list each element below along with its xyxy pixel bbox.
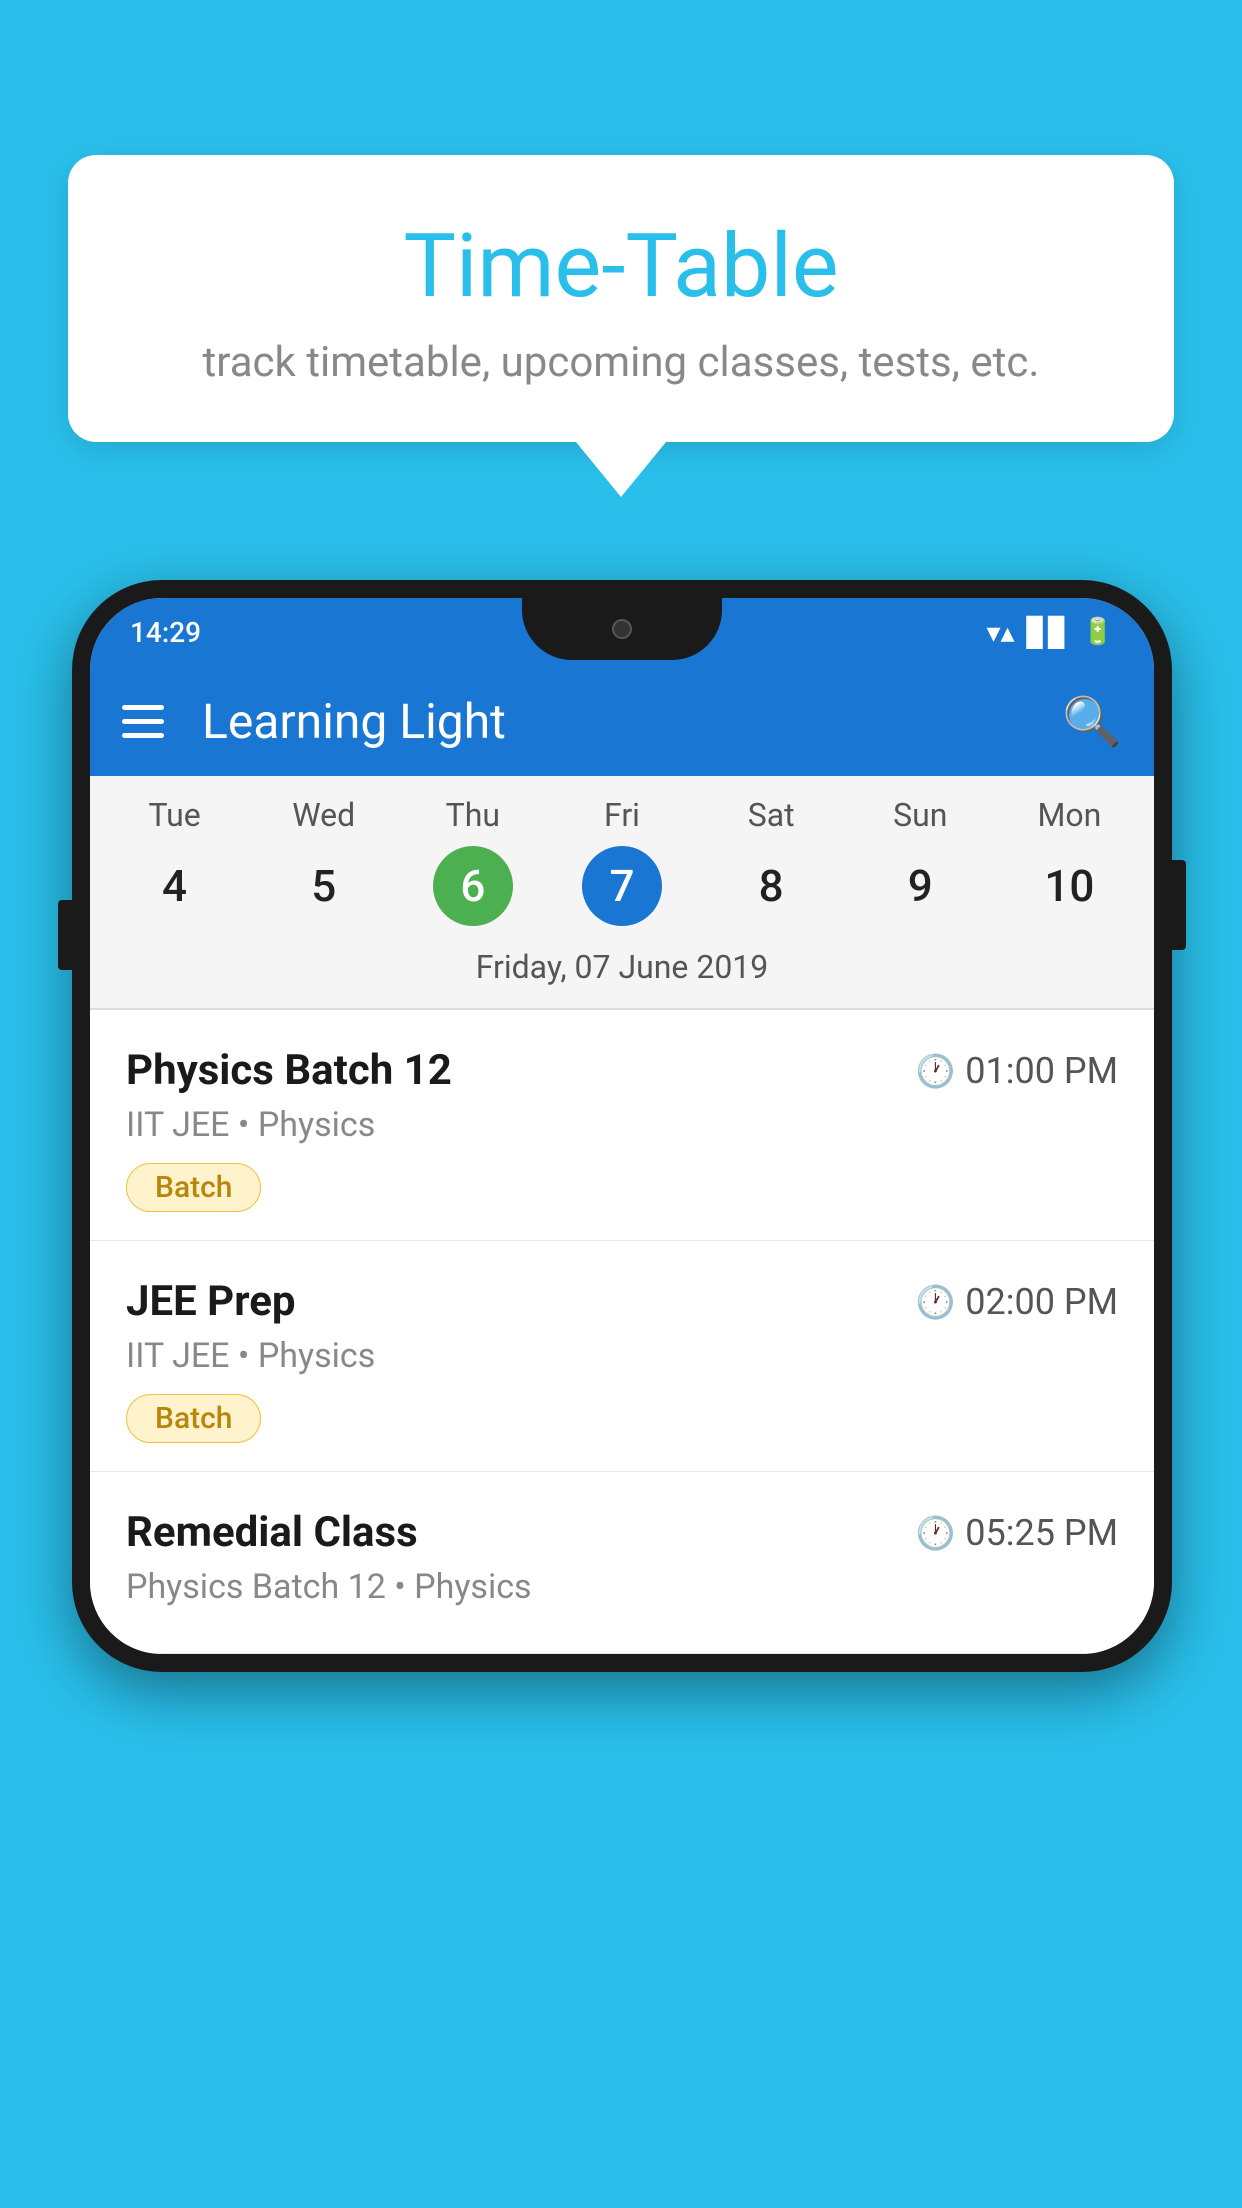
phone-outer: 14:29 ▾▴ ▊▊ 🔋 Learning Light 🔍 <box>72 580 1172 1672</box>
schedule-item-name: Remedial Class <box>126 1508 418 1557</box>
schedule-item-header: Physics Batch 12 🕐 01:00 PM <box>126 1046 1118 1095</box>
day-number: 4 <box>135 846 215 926</box>
day-number: 6 <box>433 846 513 926</box>
schedule-item[interactable]: Physics Batch 12 🕐 01:00 PM IIT JEE • Phys… <box>90 1010 1154 1241</box>
day-name: Tue <box>148 796 200 834</box>
speech-bubble-subtitle: track timetable, upcoming classes, tests… <box>128 338 1114 387</box>
phone-screen: 14:29 ▾▴ ▊▊ 🔋 Learning Light 🔍 <box>90 598 1154 1654</box>
day-name: Fri <box>604 796 640 834</box>
schedule-item-time: 🕐 02:00 PM <box>915 1281 1118 1323</box>
phone-mockup: 14:29 ▾▴ ▊▊ 🔋 Learning Light 🔍 <box>72 580 1172 1672</box>
search-icon[interactable]: 🔍 <box>1062 693 1122 750</box>
day-name: Sat <box>748 796 795 834</box>
day-name: Thu <box>446 796 500 834</box>
schedule-item-time: 🕐 01:00 PM <box>915 1050 1118 1092</box>
clock-icon: 🕐 <box>915 1514 955 1552</box>
schedule-item-subtitle: Physics Batch 12 • Physics <box>126 1567 1118 1607</box>
day-name: Mon <box>1037 796 1101 834</box>
wifi-icon: ▾▴ <box>986 616 1014 649</box>
batch-tag: Batch <box>126 1394 261 1443</box>
days-row: Tue 4 Wed 5 Thu 6 Fri 7 Sat 8 Sun 9 Mon 10 <box>90 796 1154 938</box>
day-col-fri[interactable]: Fri 7 <box>547 796 696 938</box>
speech-bubble-container: Time-Table track timetable, upcoming cla… <box>68 155 1174 497</box>
app-bar: Learning Light 🔍 <box>90 666 1154 776</box>
battery-icon: 🔋 <box>1082 617 1114 647</box>
schedule-item-time: 🕐 05:25 PM <box>915 1512 1118 1554</box>
day-name: Wed <box>292 796 355 834</box>
day-col-wed[interactable]: Wed 5 <box>249 796 398 938</box>
app-title: Learning Light <box>202 693 1034 750</box>
speech-bubble: Time-Table track timetable, upcoming cla… <box>68 155 1174 442</box>
calendar-strip: Tue 4 Wed 5 Thu 6 Fri 7 Sat 8 Sun 9 Mon 10 Friday, 07… <box>90 776 1154 1010</box>
schedule-list: Physics Batch 12 🕐 01:00 PM IIT JEE • Phys… <box>90 1010 1154 1654</box>
day-number: 7 <box>582 846 662 926</box>
clock-icon: 🕐 <box>915 1052 955 1090</box>
day-number: 8 <box>731 846 811 926</box>
day-col-tue[interactable]: Tue 4 <box>100 796 249 938</box>
clock-icon: 🕐 <box>915 1283 955 1321</box>
selected-date-label: Friday, 07 June 2019 <box>90 938 1154 1008</box>
day-col-thu[interactable]: Thu 6 <box>398 796 547 938</box>
day-number: 9 <box>880 846 960 926</box>
status-icons: ▾▴ ▊▊ 🔋 <box>986 616 1114 649</box>
day-col-sat[interactable]: Sat 8 <box>697 796 846 938</box>
schedule-item[interactable]: Remedial Class 🕐 05:25 PM Physics Batch 12… <box>90 1472 1154 1654</box>
day-number: 10 <box>1029 846 1109 926</box>
day-name: Sun <box>893 796 947 834</box>
status-time: 14:29 <box>130 616 201 649</box>
schedule-item-name: Physics Batch 12 <box>126 1046 452 1095</box>
batch-tag: Batch <box>126 1163 261 1212</box>
schedule-item-header: JEE Prep 🕐 02:00 PM <box>126 1277 1118 1326</box>
schedule-item-name: JEE Prep <box>126 1277 296 1326</box>
schedule-item-subtitle: IIT JEE • Physics <box>126 1105 1118 1145</box>
menu-icon[interactable] <box>122 705 164 738</box>
day-number: 5 <box>284 846 364 926</box>
day-col-mon[interactable]: Mon 10 <box>995 796 1144 938</box>
day-col-sun[interactable]: Sun 9 <box>846 796 995 938</box>
schedule-item[interactable]: JEE Prep 🕐 02:00 PM IIT JEE • Physics Batch <box>90 1241 1154 1472</box>
schedule-item-subtitle: IIT JEE • Physics <box>126 1336 1118 1376</box>
schedule-item-header: Remedial Class 🕐 05:25 PM <box>126 1508 1118 1557</box>
speech-bubble-title: Time-Table <box>128 215 1114 318</box>
phone-notch <box>522 598 722 660</box>
signal-icon: ▊▊ <box>1027 616 1070 649</box>
status-bar: 14:29 ▾▴ ▊▊ 🔋 <box>90 598 1154 666</box>
camera-dot <box>612 619 632 639</box>
speech-bubble-pointer <box>576 442 666 497</box>
